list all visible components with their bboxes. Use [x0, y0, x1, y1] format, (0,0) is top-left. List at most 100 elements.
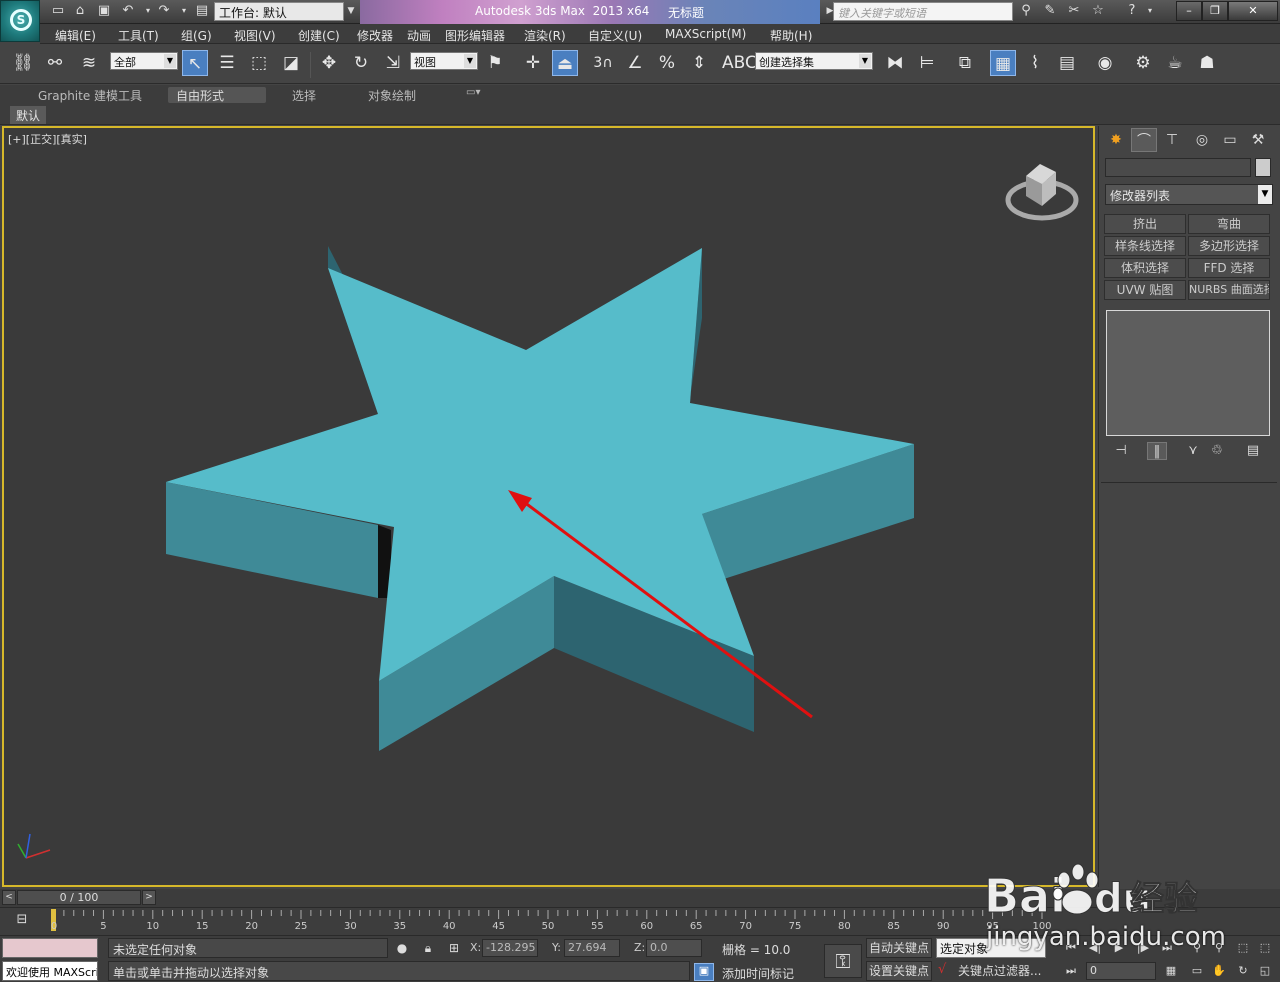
material-editor-icon[interactable]: ◉ [1092, 50, 1118, 76]
maxscript-listener-field[interactable] [2, 938, 98, 958]
make-unique-icon[interactable]: ⋎ [1183, 442, 1203, 460]
ffd-select-button[interactable]: FFD 选择 [1188, 258, 1270, 278]
open-mini-curve-editor-icon[interactable]: ⊟ [12, 912, 32, 930]
menu-graph-editors[interactable]: 图形编辑器 [445, 27, 505, 44]
communication-icon[interactable]: ✂ [1066, 3, 1082, 19]
select-object-icon[interactable]: ↖ [182, 50, 208, 76]
edit-named-selection-icon[interactable]: ABC [722, 50, 757, 76]
key-mode-toggle-icon[interactable]: ⏭ [1062, 962, 1080, 980]
show-end-result-icon[interactable]: ‖ [1147, 442, 1167, 460]
project-folder-icon[interactable]: ▤ [194, 3, 210, 19]
render-production-icon[interactable]: ☗ [1194, 50, 1220, 76]
pin-stack-icon[interactable]: ⊣ [1111, 442, 1131, 460]
help-icon[interactable]: ? [1124, 3, 1140, 19]
menu-animation[interactable]: 动画 [407, 27, 431, 44]
maximize-viewport-icon[interactable]: ◱ [1256, 962, 1274, 980]
align-icon[interactable]: ⊨ [914, 50, 940, 76]
field-of-view-icon[interactable]: ▭ [1188, 962, 1206, 980]
redo-icon[interactable]: ↷ [156, 3, 172, 19]
workspace-dropdown-arrow-icon[interactable]: ▼ [344, 2, 358, 21]
workspace-dropdown[interactable]: 工作台: 默认 [214, 2, 344, 21]
menu-group[interactable]: 组(G) [181, 27, 212, 44]
menu-create[interactable]: 创建(C) [298, 27, 340, 44]
new-file-icon[interactable]: ▭ [50, 3, 66, 19]
poly-select-button[interactable]: 多边形选择 [1188, 236, 1270, 256]
percent-snap-icon[interactable]: % [654, 50, 680, 76]
current-frame-field[interactable]: 0 [1086, 962, 1156, 980]
rectangular-selection-icon[interactable]: ⬚ [246, 50, 272, 76]
time-slider-prev-button[interactable]: < [2, 890, 16, 905]
menu-views[interactable]: 视图(V) [234, 27, 276, 44]
window-crossing-icon[interactable]: ◪ [278, 50, 304, 76]
favorites-star-icon[interactable]: ☆ [1090, 3, 1106, 19]
spinner-snap-icon[interactable]: ⇕ [686, 50, 712, 76]
snaps-toggle-icon[interactable]: 3∩ [590, 50, 616, 76]
orbit-icon[interactable]: ↻ [1234, 962, 1252, 980]
select-and-link-icon[interactable]: ⛓ [10, 50, 36, 76]
save-icon[interactable]: ▣ [96, 3, 112, 19]
close-button[interactable]: ✕ [1228, 1, 1278, 21]
modifier-stack[interactable] [1106, 310, 1270, 436]
uvw-map-button[interactable]: UVW 贴图 [1104, 280, 1186, 300]
help-dropdown-icon[interactable]: ▾ [1142, 3, 1158, 19]
menu-modifiers[interactable]: 修改器 [357, 27, 393, 44]
menu-edit[interactable]: 编辑(E) [55, 27, 96, 44]
undo-icon[interactable]: ↶ [120, 3, 136, 19]
nurbs-surface-select-button[interactable]: NURBS 曲面选择 [1188, 280, 1270, 300]
open-file-icon[interactable]: ⌂ [72, 3, 88, 19]
menu-help[interactable]: 帮助(H) [770, 27, 812, 44]
bind-space-warp-icon[interactable]: ≋ [76, 50, 102, 76]
y-coordinate-field[interactable]: 27.694 [564, 939, 620, 957]
select-manipulate-icon[interactable]: ✛ [520, 50, 546, 76]
ribbon-default-tab[interactable]: 默认 [10, 106, 47, 124]
key-filters-button[interactable]: 关键点过滤器... [958, 962, 1041, 979]
undo-dropdown-icon[interactable]: ▾ [140, 3, 156, 19]
bend-button[interactable]: 弯曲 [1188, 214, 1270, 234]
tab-freeform[interactable]: 自由形式 [168, 87, 266, 103]
create-panel-icon[interactable]: ✸ [1103, 128, 1129, 152]
zoom-extents-icon[interactable]: ⬚ [1234, 939, 1252, 957]
ribbon-options-icon[interactable]: ▭▾ [458, 87, 488, 103]
perspective-viewport[interactable]: [+][正交][真实] [2, 126, 1095, 887]
tab-selection[interactable]: 选择 [284, 87, 324, 103]
rendered-frame-window-icon[interactable]: ☕ [1162, 50, 1188, 76]
set-key-icon[interactable]: ⚿ [824, 944, 862, 978]
mirror-icon[interactable]: ⧓ [882, 50, 908, 76]
maxscript-mini-listener[interactable]: 欢迎使用 MAXScri [2, 961, 98, 981]
help-search-input[interactable]: 键入关键字或短语 [833, 2, 1013, 21]
motion-panel-icon[interactable]: ◎ [1189, 128, 1215, 152]
select-and-scale-icon[interactable]: ⇲ [380, 50, 406, 76]
display-panel-icon[interactable]: ▭ [1217, 128, 1243, 152]
modifier-list-dropdown[interactable]: 修改器列表 ▼ [1105, 184, 1273, 205]
modify-panel-icon[interactable]: ⌒ [1131, 128, 1157, 152]
graphite-toggle-icon[interactable]: ▦ [990, 50, 1016, 76]
configure-modifier-sets-icon[interactable]: ▤ [1243, 442, 1263, 460]
render-setup-icon[interactable]: ⚙ [1130, 50, 1156, 76]
viewport-label[interactable]: [+][正交][真实] [8, 131, 87, 147]
utilities-panel-icon[interactable]: ⚒ [1245, 128, 1271, 152]
angle-snap-icon[interactable]: ∠ [622, 50, 648, 76]
set-key-button[interactable]: 设置关键点 [866, 961, 932, 981]
selection-filter-dropdown[interactable]: 全部 ▼ [110, 52, 178, 70]
layer-manager-icon[interactable]: ⧉ [952, 50, 978, 76]
select-and-rotate-icon[interactable]: ↻ [348, 50, 374, 76]
schematic-view-icon[interactable]: ▤ [1054, 50, 1080, 76]
app-logo[interactable]: S [0, 0, 40, 42]
binoculars-icon[interactable]: ⚲ [1018, 3, 1034, 19]
remove-modifier-icon[interactable]: ♲ [1207, 442, 1227, 460]
menu-maxscript[interactable]: MAXScript(M) [665, 27, 746, 41]
time-configuration-icon[interactable]: ▦ [1162, 962, 1180, 980]
x-coordinate-field[interactable]: -128.295 [482, 939, 538, 957]
menu-rendering[interactable]: 渲染(R) [524, 27, 566, 44]
named-selection-dropdown[interactable]: 创建选择集 ▼ [755, 52, 873, 70]
auto-key-button[interactable]: 自动关键点 [866, 938, 932, 958]
tab-object-paint[interactable]: 对象绘制 [360, 87, 424, 103]
select-and-move-icon[interactable]: ✥ [316, 50, 342, 76]
subscription-icon[interactable]: ✎ [1042, 3, 1058, 19]
unlink-icon[interactable]: ⚯ [42, 50, 68, 76]
selection-lock-icon[interactable]: 🔒︎ [420, 940, 436, 956]
tab-graphite-modeling[interactable]: Graphite 建模工具 [30, 87, 150, 103]
time-slider-next-button[interactable]: > [142, 890, 156, 905]
volume-select-button[interactable]: 体积选择 [1104, 258, 1186, 278]
curve-editor-icon[interactable]: ⌇ [1022, 50, 1048, 76]
